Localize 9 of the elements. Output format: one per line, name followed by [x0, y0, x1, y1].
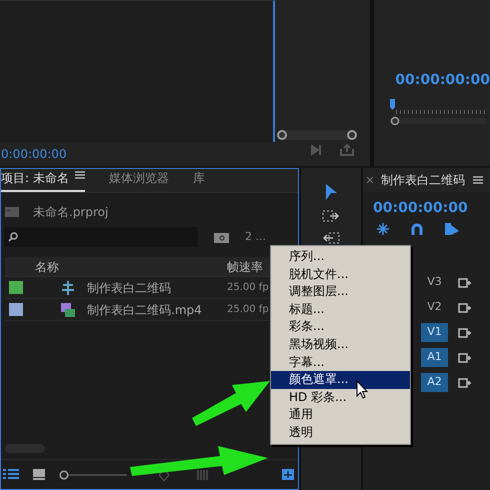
project-file-name: 未命名.prproj: [33, 204, 108, 221]
timecode: 0:00:00:00: [1, 146, 67, 163]
item-name: 制作表白二维码.mp4: [87, 302, 203, 318]
timecode: 00:00:00:00: [372, 199, 469, 218]
frame-rate: 25.00 fp: [227, 281, 269, 295]
timecode: 00:00:00:00: [395, 71, 490, 90]
frame-rate: 25.00 fp: [227, 303, 269, 317]
item-count: 2 ...: [245, 228, 266, 245]
item-name: 制作表白二维码: [87, 280, 172, 296]
